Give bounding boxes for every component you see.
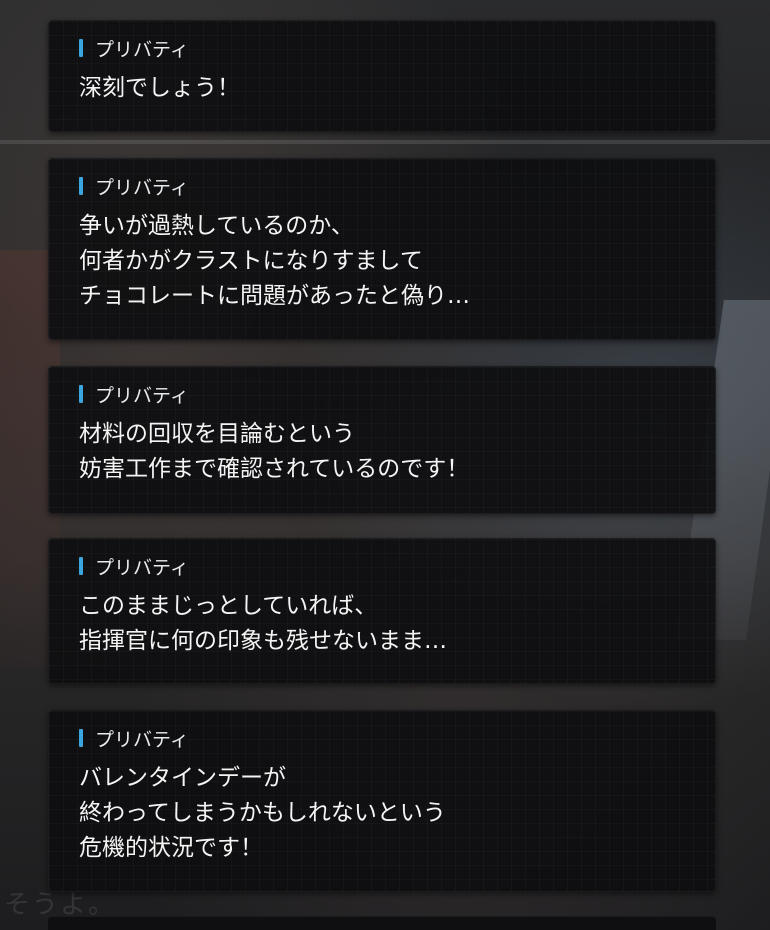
dialogue-line: このままじっとしていれば、 [79, 593, 378, 619]
speaker-name-row: プリバティ [79, 555, 685, 579]
speaker-name: プリバティ [95, 556, 189, 579]
speaker-name-row: プリバティ [79, 175, 685, 199]
dialogue-text: 材料の回収を目論むという 妨害工作まで確認されているのです！ [79, 417, 685, 487]
log-entry[interactable]: プリバティ 深刻でしょう！ [48, 20, 716, 132]
next-log-entry-partial[interactable] [48, 916, 716, 930]
dialogue-text: 深刻でしょう！ [79, 71, 685, 106]
dialogue-log-screen: そうよ。 プリバティ 深刻でしょう！ プリバティ 争いが過熱しているのか、 何者… [0, 0, 770, 930]
speaker-marker-icon [79, 557, 83, 575]
speaker-marker-icon [79, 385, 83, 403]
speaker-name: プリバティ [95, 728, 189, 751]
background-rail [0, 140, 770, 144]
speaker-name-row: プリバティ [79, 383, 685, 407]
dialogue-text: バレンタインデーが 終わってしまうかもしれないという 危機的状況です！ [79, 761, 685, 866]
speaker-name: プリバティ [95, 176, 189, 199]
speaker-marker-icon [79, 39, 83, 57]
speaker-name: プリバティ [95, 384, 189, 407]
speaker-marker-icon [79, 729, 83, 747]
dialogue-line: 危機的状況です！ [79, 835, 263, 861]
dialogue-line: チョコレートに問題があったと偽り… [79, 283, 470, 309]
dialogue-text: このままじっとしていれば、 指揮官に何の印象も残せないまま… [79, 589, 685, 659]
dialogue-line: 深刻でしょう！ [79, 75, 240, 101]
log-entry[interactable]: プリバティ 争いが過熱しているのか、 何者かがクラストになりすまして チョコレー… [48, 158, 716, 340]
dialogue-line: 指揮官に何の印象も残せないまま… [79, 628, 447, 654]
log-entry[interactable]: プリバティ 材料の回収を目論むという 妨害工作まで確認されているのです！ [48, 366, 716, 514]
speaker-name-row: プリバティ [79, 727, 685, 751]
dialogue-line: バレンタインデーが [79, 765, 286, 791]
speaker-marker-icon [79, 177, 83, 195]
dialogue-line: 争いが過熱しているのか、 [79, 213, 354, 239]
dialogue-line: 材料の回収を目論むという [79, 421, 355, 447]
dialogue-text: 争いが過熱しているのか、 何者かがクラストになりすまして チョコレートに問題があ… [79, 209, 685, 314]
speaker-name-row: プリバティ [79, 37, 685, 61]
log-entry[interactable]: プリバティ バレンタインデーが 終わってしまうかもしれないという 危機的状況です… [48, 710, 716, 892]
log-entry[interactable]: プリバティ このままじっとしていれば、 指揮官に何の印象も残せないまま… [48, 538, 716, 684]
dialogue-line: 妨害工作まで確認されているのです！ [79, 456, 470, 482]
dialogue-line: 終わってしまうかもしれないという [79, 800, 446, 826]
dialogue-line: 何者かがクラストになりすまして [79, 248, 423, 274]
speaker-name: プリバティ [95, 38, 189, 61]
